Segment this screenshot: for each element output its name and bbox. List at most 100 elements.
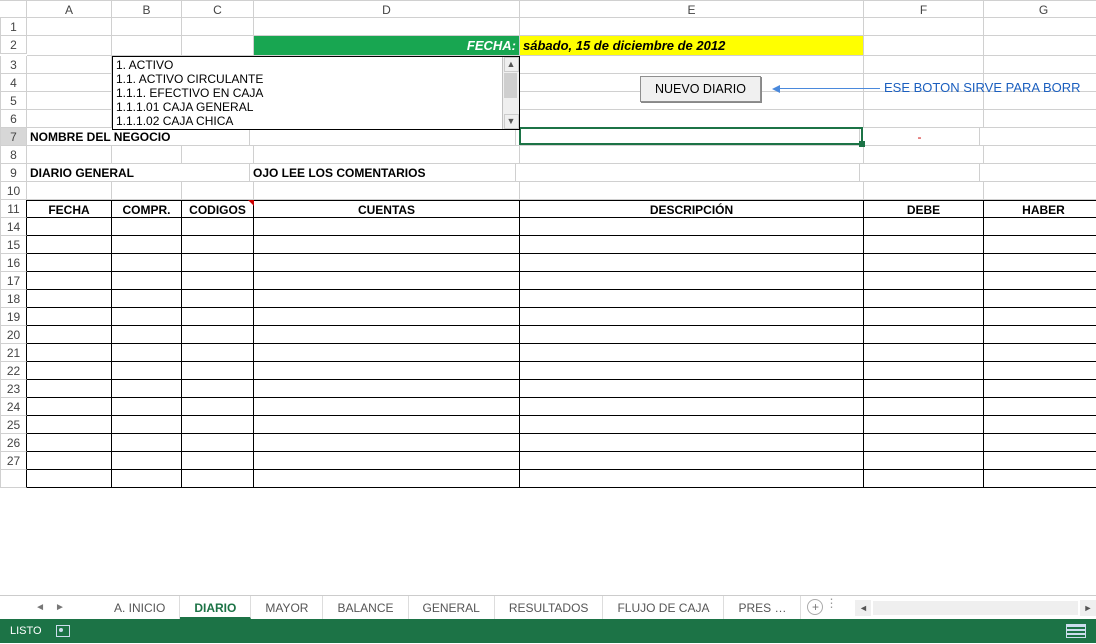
dropdown-item[interactable]: 1.1.1.02 CAJA CHICA [116, 114, 499, 128]
table-cell[interactable] [112, 452, 182, 470]
row-head-2[interactable]: 2 [0, 36, 27, 54]
dropdown-item[interactable]: 1.1. ACTIVO CIRCULANTE [116, 72, 499, 86]
row-head-24[interactable]: 24 [0, 398, 27, 416]
col-head-A[interactable]: A [27, 0, 112, 18]
th-haber[interactable]: HABER [984, 200, 1096, 218]
row-head-5[interactable]: 5 [0, 92, 27, 110]
cell[interactable] [27, 18, 112, 36]
table-cell[interactable] [27, 452, 112, 470]
fecha-label-cell[interactable]: FECHA: [254, 36, 520, 56]
table-cell[interactable] [27, 236, 112, 254]
cell[interactable] [182, 182, 254, 200]
table-cell[interactable] [112, 308, 182, 326]
view-normal-icon[interactable] [1066, 624, 1086, 638]
cell-f7[interactable]: - [860, 128, 980, 146]
cell[interactable] [980, 164, 1096, 182]
table-cell[interactable] [984, 434, 1096, 452]
table-cell[interactable] [984, 254, 1096, 272]
col-head-B[interactable]: B [112, 0, 182, 18]
macro-record-icon[interactable] [56, 625, 70, 637]
scroll-up-icon[interactable]: ▲ [504, 57, 519, 72]
table-cell[interactable] [254, 236, 520, 254]
table-cell[interactable] [112, 434, 182, 452]
cell[interactable] [984, 56, 1096, 74]
table-cell[interactable] [254, 470, 520, 488]
sheet-tab[interactable]: A. INICIO [100, 596, 180, 619]
cell[interactable] [984, 36, 1096, 56]
cell[interactable] [182, 146, 254, 164]
sheet-tab[interactable]: RESULTADOS [495, 596, 604, 619]
table-cell[interactable] [520, 290, 864, 308]
table-cell[interactable] [182, 398, 254, 416]
sheet-tab[interactable]: GENERAL [409, 596, 495, 619]
cell[interactable] [112, 146, 182, 164]
cell[interactable] [112, 18, 182, 36]
row-head-16[interactable]: 16 [0, 254, 27, 272]
cell[interactable] [27, 56, 112, 74]
table-cell[interactable] [864, 254, 984, 272]
table-cell[interactable] [27, 416, 112, 434]
table-cell[interactable] [254, 398, 520, 416]
table-cell[interactable] [254, 344, 520, 362]
cell[interactable] [254, 146, 520, 164]
hscroll-track[interactable] [873, 601, 1078, 615]
cell[interactable] [254, 18, 520, 36]
table-cell[interactable] [27, 308, 112, 326]
scroll-down-icon[interactable]: ▼ [504, 114, 519, 129]
col-head-G[interactable]: G [984, 0, 1096, 18]
diario-general-label[interactable]: DIARIO GENERAL [27, 164, 250, 182]
table-cell[interactable] [520, 416, 864, 434]
table-cell[interactable] [112, 398, 182, 416]
row-head-[interactable] [0, 470, 27, 488]
row-head-6[interactable]: 6 [0, 110, 27, 128]
table-cell[interactable] [182, 308, 254, 326]
col-head-corner[interactable] [0, 0, 27, 18]
table-cell[interactable] [27, 398, 112, 416]
table-cell[interactable] [520, 398, 864, 416]
table-cell[interactable] [27, 380, 112, 398]
cell[interactable] [27, 92, 112, 110]
row-head-17[interactable]: 17 [0, 272, 27, 290]
cell[interactable] [864, 18, 984, 36]
table-cell[interactable] [112, 326, 182, 344]
dropdown-item[interactable]: 1.1.1.01 CAJA GENERAL [116, 100, 499, 114]
cell[interactable] [112, 182, 182, 200]
table-cell[interactable] [864, 344, 984, 362]
row-head-19[interactable]: 19 [0, 308, 27, 326]
table-cell[interactable] [27, 218, 112, 236]
cell[interactable] [520, 146, 864, 164]
table-cell[interactable] [984, 218, 1096, 236]
cell[interactable] [520, 18, 864, 36]
row-head-8[interactable]: 8 [0, 146, 27, 164]
cell[interactable] [254, 182, 520, 200]
row-head-20[interactable]: 20 [0, 326, 27, 344]
cell[interactable] [182, 18, 254, 36]
table-cell[interactable] [984, 452, 1096, 470]
table-cell[interactable] [27, 254, 112, 272]
table-cell[interactable] [864, 398, 984, 416]
table-cell[interactable] [112, 362, 182, 380]
validation-dropdown[interactable]: 1. ACTIVO1.1. ACTIVO CIRCULANTE1.1.1. EF… [112, 56, 520, 130]
cell[interactable] [984, 110, 1096, 128]
table-cell[interactable] [864, 326, 984, 344]
table-cell[interactable] [254, 218, 520, 236]
table-cell[interactable] [864, 380, 984, 398]
th-cuentas[interactable]: CUENTAS [254, 200, 520, 218]
row-head-26[interactable]: 26 [0, 434, 27, 452]
hscroll-left-icon[interactable]: ◄ [855, 600, 871, 616]
cell[interactable] [520, 182, 864, 200]
table-cell[interactable] [27, 326, 112, 344]
table-cell[interactable] [182, 416, 254, 434]
table-cell[interactable] [984, 362, 1096, 380]
add-sheet-button[interactable]: + [801, 596, 825, 619]
th-descripcion[interactable]: DESCRIPCIÓN [520, 200, 864, 218]
table-cell[interactable] [984, 470, 1096, 488]
table-cell[interactable] [864, 236, 984, 254]
cell[interactable] [860, 164, 980, 182]
table-cell[interactable] [112, 380, 182, 398]
table-cell[interactable] [984, 308, 1096, 326]
row-head-21[interactable]: 21 [0, 344, 27, 362]
table-cell[interactable] [182, 344, 254, 362]
col-head-E[interactable]: E [520, 0, 864, 18]
table-cell[interactable] [520, 218, 864, 236]
